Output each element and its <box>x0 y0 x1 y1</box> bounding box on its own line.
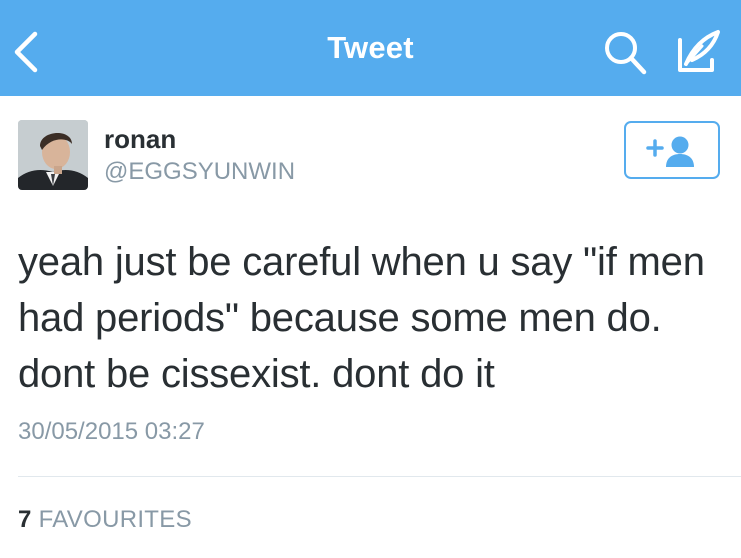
divider <box>18 476 741 477</box>
search-button[interactable] <box>600 28 650 78</box>
tweet-timestamp: 30/05/2015 03:27 <box>18 418 205 445</box>
avatar-image <box>18 120 88 190</box>
favourites-stat[interactable]: 7 FAVOURITES <box>18 506 192 534</box>
author-name[interactable]: ronan <box>104 124 176 155</box>
tweet-text: yeah just be careful when u say "if men … <box>18 240 705 396</box>
navigation-bar: Tweet <box>0 0 741 96</box>
favourites-count: 7 <box>18 506 32 533</box>
favourites-label: FAVOURITES <box>38 506 192 533</box>
compose-button[interactable] <box>672 26 724 78</box>
compose-icon <box>678 30 720 72</box>
search-icon <box>605 32 647 75</box>
follow-button[interactable] <box>624 121 720 179</box>
author-handle[interactable]: @EGGSYUNWIN <box>104 158 295 186</box>
avatar[interactable] <box>18 120 88 190</box>
add-user-icon <box>646 136 694 167</box>
